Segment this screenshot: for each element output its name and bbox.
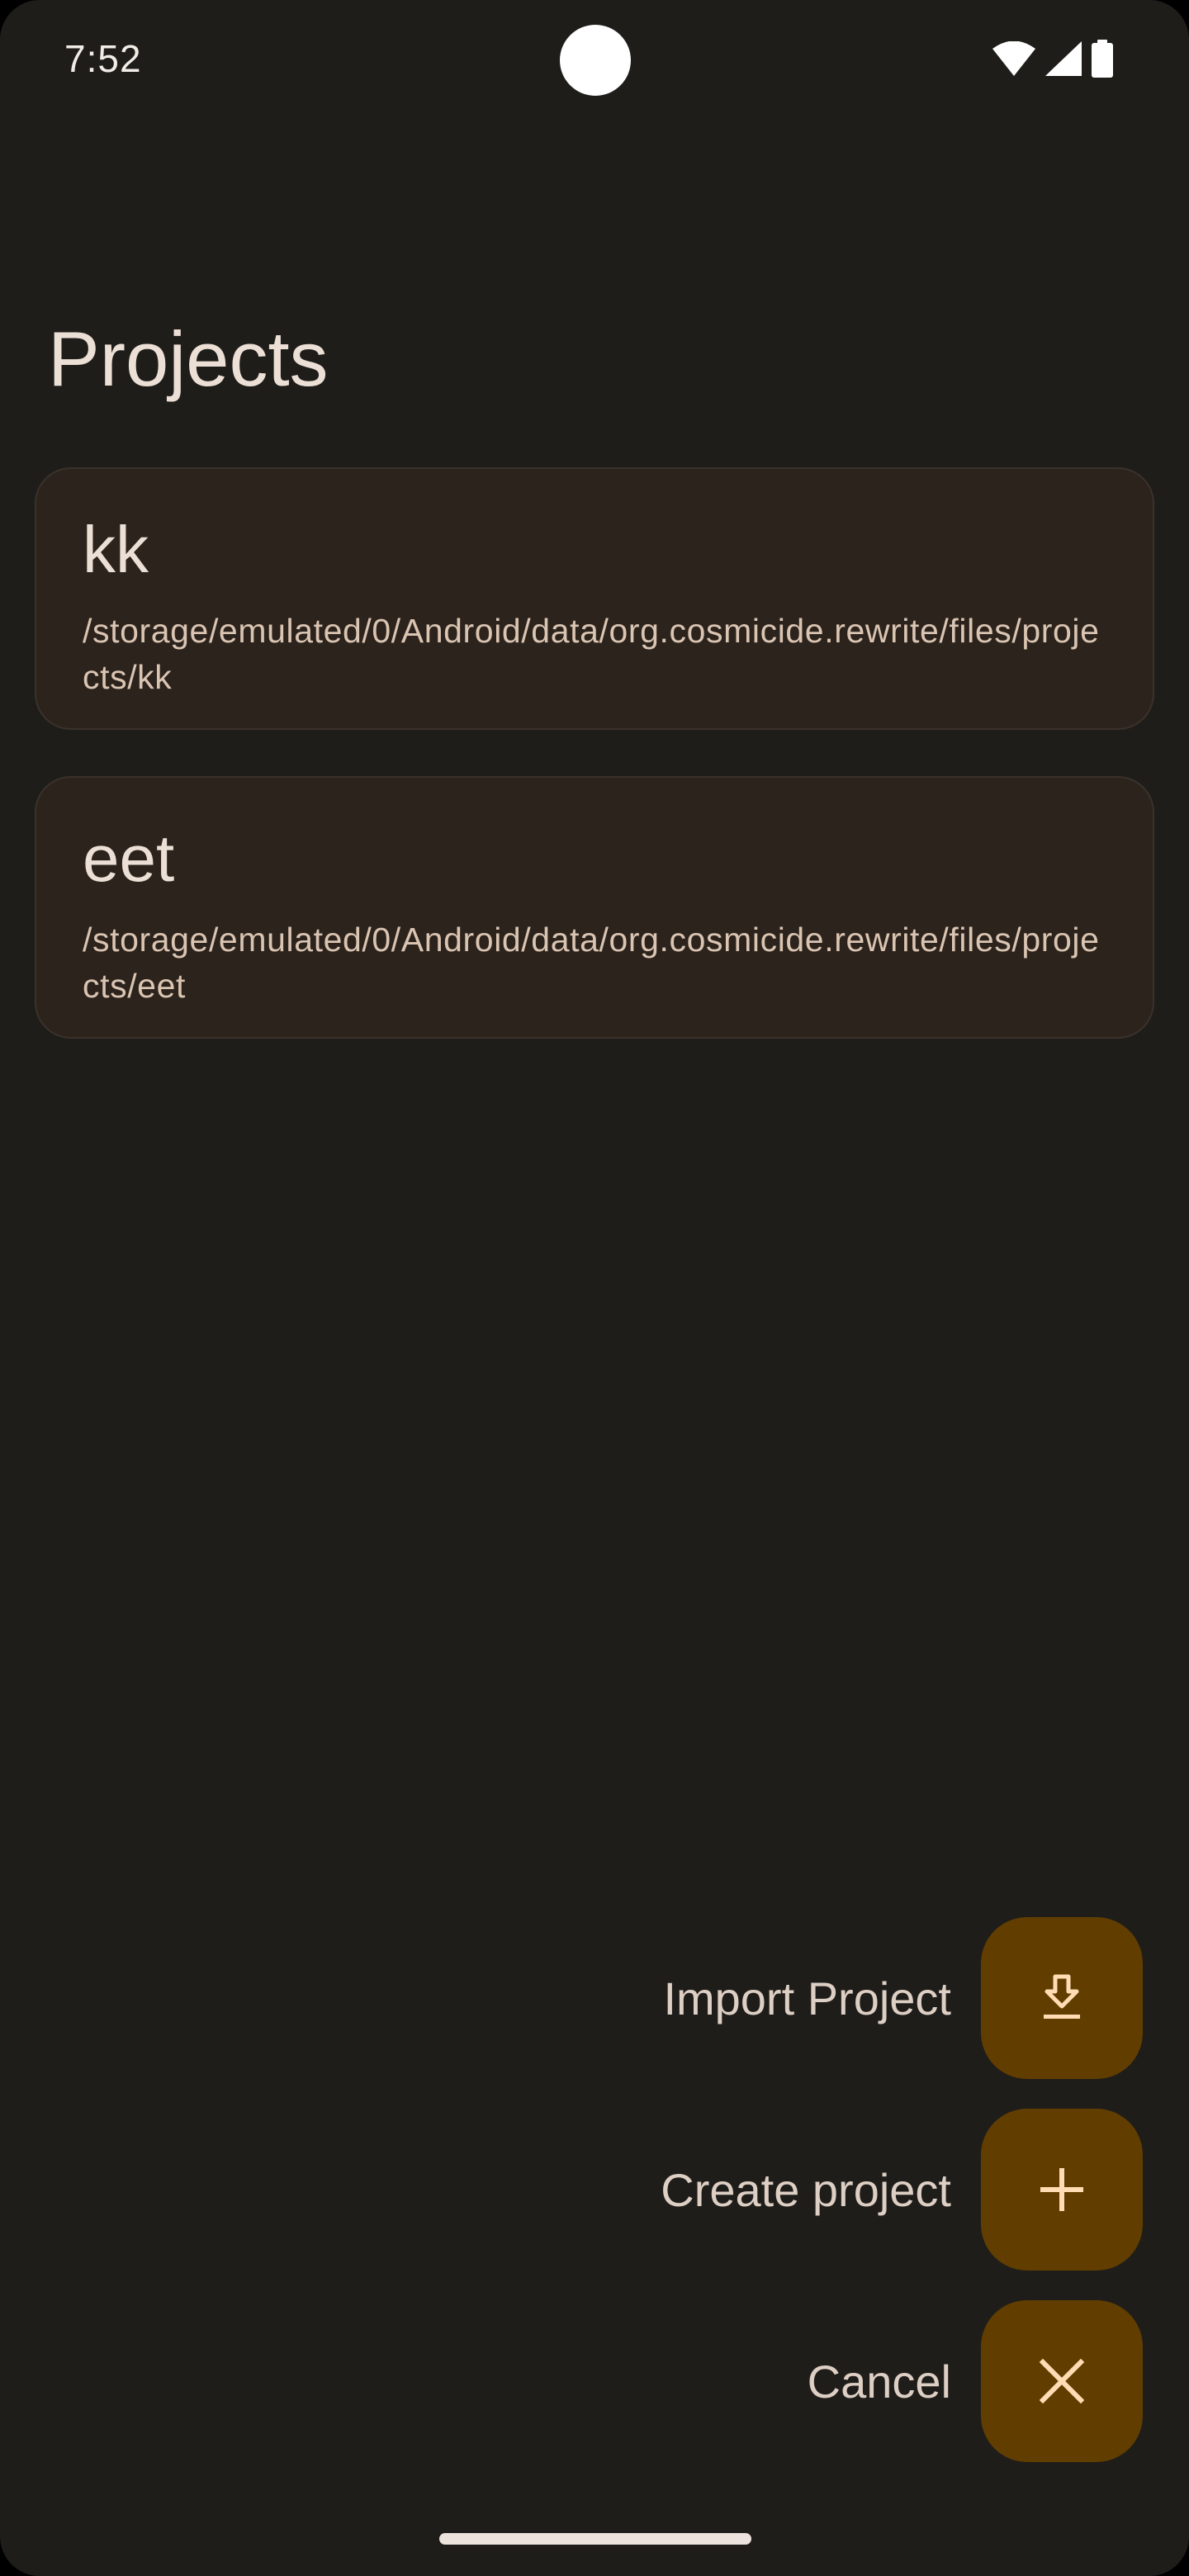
status-time: 7:52 bbox=[64, 37, 142, 80]
projects-screen: 7:52 Projects kk /storage/emulated/0/And… bbox=[0, 0, 1189, 2576]
status-icons bbox=[992, 38, 1113, 79]
signal-icon bbox=[1045, 41, 1082, 76]
battery-icon bbox=[1092, 40, 1113, 78]
page-title: Projects bbox=[48, 315, 329, 402]
project-card-kk[interactable]: kk /storage/emulated/0/Android/data/org.… bbox=[35, 467, 1154, 730]
project-list: kk /storage/emulated/0/Android/data/org.… bbox=[35, 467, 1154, 1085]
import-project-row: Import Project bbox=[663, 1917, 1143, 2079]
close-icon bbox=[1040, 2359, 1084, 2403]
import-project-label[interactable]: Import Project bbox=[663, 1972, 951, 2025]
status-bar: 7:52 bbox=[0, 0, 1189, 124]
wifi-icon bbox=[992, 41, 1035, 76]
create-project-button[interactable] bbox=[981, 2109, 1143, 2271]
plus-icon bbox=[1039, 2166, 1085, 2213]
cancel-button[interactable] bbox=[981, 2300, 1143, 2462]
create-project-row: Create project bbox=[661, 2109, 1143, 2271]
project-card-eet[interactable]: eet /storage/emulated/0/Android/data/org… bbox=[35, 776, 1154, 1039]
import-project-button[interactable] bbox=[981, 1917, 1143, 2079]
cancel-row: Cancel bbox=[808, 2300, 1143, 2462]
camera-cutout bbox=[560, 25, 631, 96]
project-name: eet bbox=[83, 822, 175, 895]
project-path: /storage/emulated/0/Android/data/org.cos… bbox=[83, 921, 1100, 1005]
project-name: kk bbox=[83, 513, 149, 586]
create-project-label[interactable]: Create project bbox=[661, 2163, 951, 2217]
download-icon bbox=[1037, 1973, 1087, 2023]
cancel-label[interactable]: Cancel bbox=[808, 2355, 951, 2408]
gesture-nav-bar[interactable] bbox=[439, 2533, 751, 2545]
project-path: /storage/emulated/0/Android/data/org.cos… bbox=[83, 612, 1100, 696]
